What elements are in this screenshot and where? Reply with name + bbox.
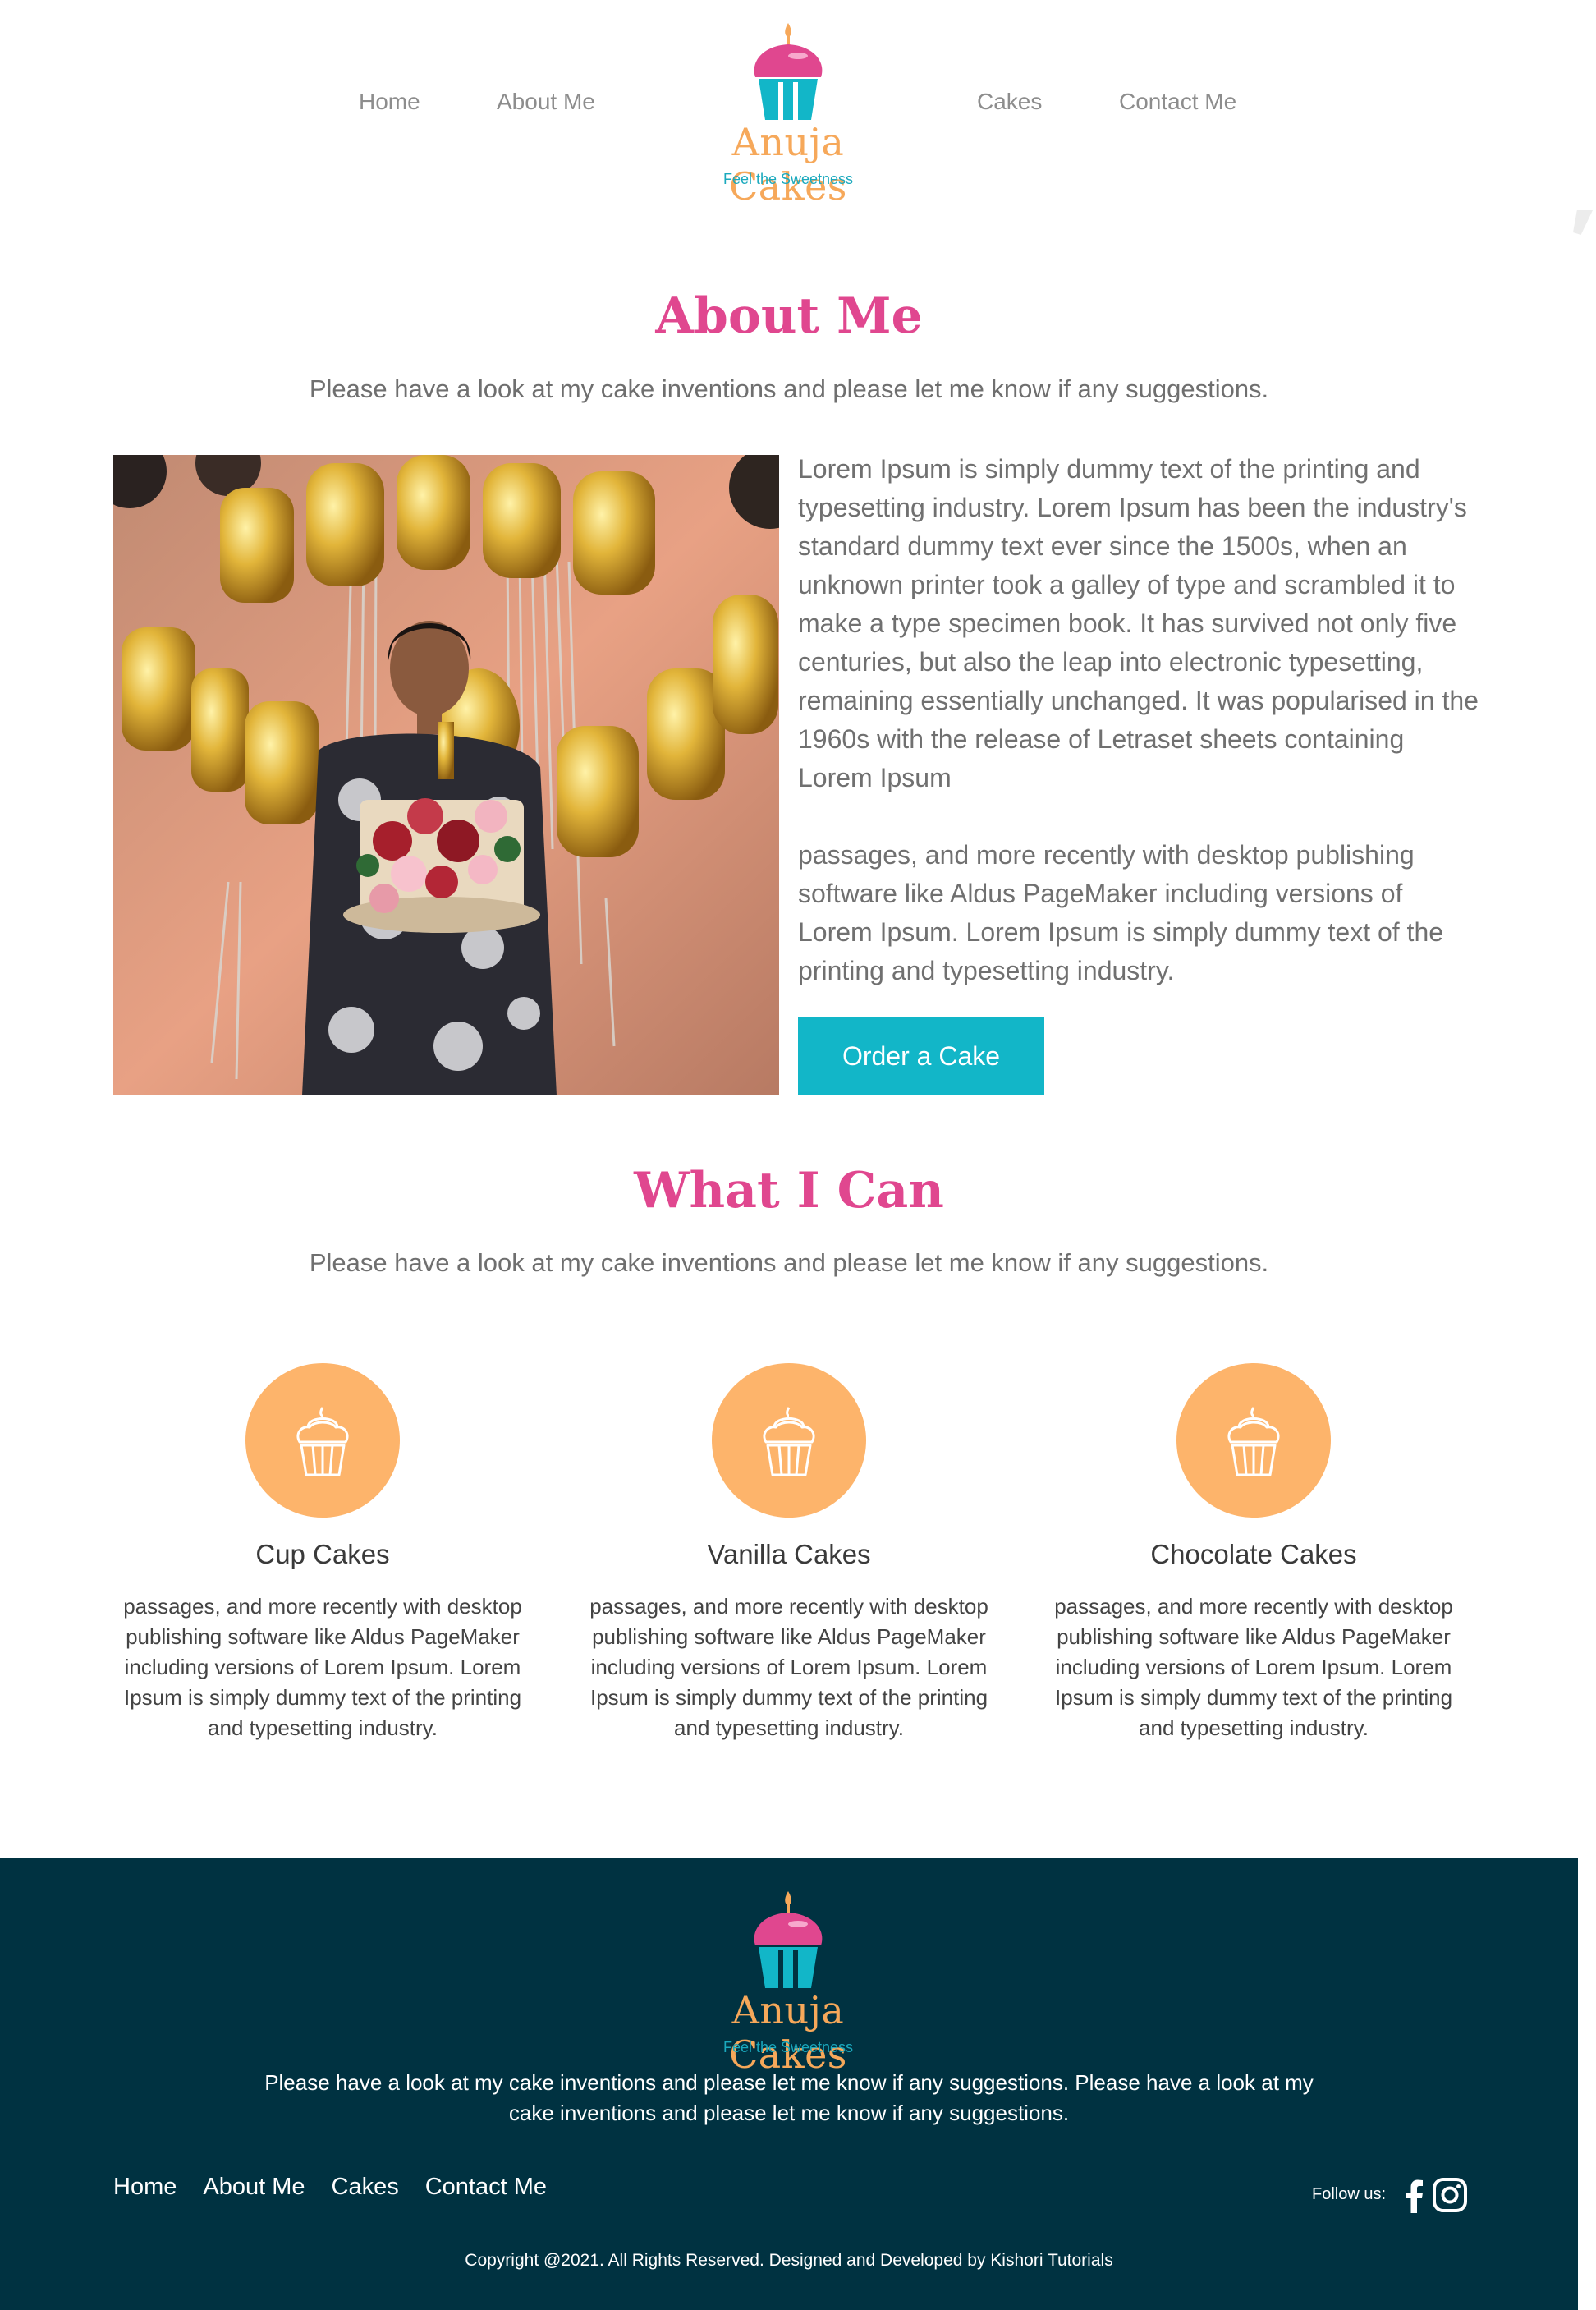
follow-us-label: Follow us:	[1312, 2185, 1387, 2203]
service-name: Cup Cakes	[255, 1539, 390, 1569]
service-icon-circle	[1176, 1363, 1331, 1518]
birthday-photo-image	[113, 455, 779, 1095]
footer-nav-about-link[interactable]: About Me	[203, 2174, 305, 2201]
service-icon-circle	[712, 1363, 866, 1518]
footer-logo[interactable]: Anuja Cakes Feel the Sweetness	[681, 1890, 895, 2077]
about-text: Lorem Ipsum is simply dummy text of the …	[798, 450, 1479, 1029]
header-logo[interactable]: Anuja Cakes Feel the Sweetness	[681, 21, 895, 209]
services-title: What I Can	[634, 1162, 944, 1219]
footer-nav: Home About Me Cakes Contact Me	[113, 2174, 547, 2201]
nav-about-link[interactable]: About Me	[497, 89, 595, 115]
about-photo	[113, 455, 779, 1095]
nav-cakes-link[interactable]: Cakes	[977, 89, 1042, 115]
logo-brand-name: Anuja Cakes	[729, 1988, 847, 2077]
service-card-cup-cakes: Cup Cakes passages, and more recently wi…	[109, 1363, 536, 1743]
footer-nav-cakes-link[interactable]: Cakes	[332, 2174, 399, 2201]
logo-tagline: Feel the Sweetness	[722, 171, 854, 187]
logo-tagline: Feel the Sweetness	[722, 2039, 854, 2055]
logo-brand-name: Anuja Cakes	[729, 120, 847, 209]
site-footer: Anuja Cakes Feel the Sweetness Please ha…	[0, 1858, 1578, 2310]
decorative-corner-shape	[1573, 210, 1593, 235]
cupcake-icon	[763, 1407, 815, 1476]
service-card-vanilla-cakes: Vanilla Cakes passages, and more recentl…	[576, 1363, 1002, 1743]
service-icon-circle	[245, 1363, 400, 1518]
services-subtitle: Please have a look at my cake inventions…	[309, 1248, 1269, 1277]
facebook-icon[interactable]	[1397, 2177, 1430, 2213]
cupcake-logo-icon	[754, 1891, 823, 1988]
order-cake-button[interactable]: Order a Cake	[798, 1017, 1044, 1095]
about-title: About Me	[655, 287, 923, 345]
service-description: passages, and more recently with desktop…	[123, 1594, 522, 1740]
copyright-text: Copyright @2021. All Rights Reserved. De…	[465, 2251, 1113, 2270]
about-paragraph-1: Lorem Ipsum is simply dummy text of the …	[798, 454, 1479, 792]
footer-description: Please have a look at my cake inventions…	[264, 2070, 1314, 2125]
about-paragraph-2: passages, and more recently with desktop…	[798, 840, 1444, 985]
service-description: passages, and more recently with desktop…	[589, 1594, 988, 1740]
cupcake-logo-icon	[754, 23, 823, 120]
nav-home-link[interactable]: Home	[359, 89, 420, 115]
site-header: Home About Me Anuja Cakes Feel the Sweet…	[0, 0, 1578, 214]
service-card-chocolate-cakes: Chocolate Cakes passages, and more recen…	[1040, 1363, 1467, 1743]
about-subtitle: Please have a look at my cake inventions…	[309, 374, 1269, 403]
cupcake-icon	[296, 1407, 349, 1476]
service-name: Vanilla Cakes	[707, 1539, 871, 1569]
nav-contact-link[interactable]: Contact Me	[1119, 89, 1236, 115]
instagram-icon[interactable]	[1432, 2177, 1467, 2213]
footer-nav-home-link[interactable]: Home	[113, 2174, 177, 2201]
service-description: passages, and more recently with desktop…	[1054, 1594, 1453, 1740]
cupcake-icon	[1227, 1407, 1280, 1476]
service-name: Chocolate Cakes	[1150, 1539, 1357, 1569]
footer-nav-contact-link[interactable]: Contact Me	[425, 2174, 547, 2201]
